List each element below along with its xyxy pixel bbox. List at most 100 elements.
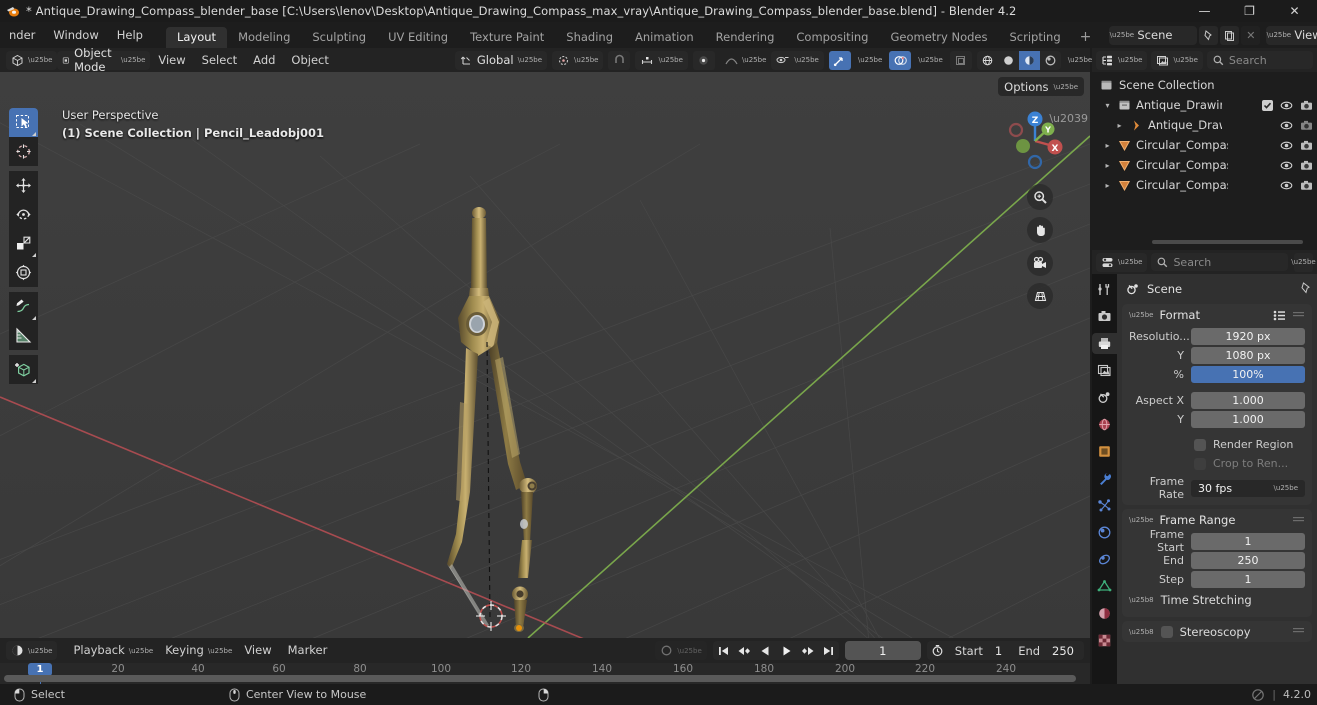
proportional-editing-toggle[interactable] bbox=[692, 50, 715, 70]
menu-help[interactable]: Help bbox=[108, 25, 152, 45]
outliner-filter-selector[interactable]: \u25be bbox=[1151, 50, 1203, 70]
disclosure-triangle-icon[interactable]: ▸ bbox=[1102, 161, 1113, 170]
add-workspace-button[interactable]: + bbox=[1072, 27, 1100, 48]
timeline-editor-type-selector[interactable]: \u25be bbox=[6, 641, 58, 660]
annotate-tool[interactable] bbox=[9, 292, 38, 321]
render-tab[interactable] bbox=[1092, 306, 1117, 327]
world-tab[interactable] bbox=[1092, 414, 1117, 435]
camera-icon[interactable] bbox=[1300, 140, 1313, 151]
xray-toggle[interactable] bbox=[949, 50, 972, 70]
stereoscopy-checkbox[interactable] bbox=[1160, 625, 1173, 638]
falloff-selector[interactable]: \u25be bbox=[720, 51, 771, 70]
jump-to-end-button[interactable] bbox=[818, 641, 839, 660]
timeline-ruler[interactable]: 20 40 60 80 100 120 140 160 180 200 220 … bbox=[0, 663, 1090, 684]
snap-settings-selector[interactable]: \u25be bbox=[635, 50, 688, 70]
outliner-search-input[interactable]: Search bbox=[1206, 51, 1313, 69]
texture-tab[interactable] bbox=[1092, 630, 1117, 651]
outliner-row-armature[interactable]: ▸ Antique_Drawin bbox=[1092, 115, 1317, 135]
outliner-row-mesh-1[interactable]: ▸ Circular_Compass_ bbox=[1092, 135, 1317, 155]
frame-start-field[interactable]: 1 bbox=[1191, 532, 1305, 550]
object-tab[interactable] bbox=[1092, 441, 1117, 462]
material-tab[interactable] bbox=[1092, 603, 1117, 624]
jump-to-start-button[interactable] bbox=[713, 641, 734, 660]
tab-compositing[interactable]: Compositing bbox=[785, 27, 879, 48]
modifier-tab[interactable] bbox=[1092, 468, 1117, 489]
measure-tool[interactable] bbox=[9, 321, 38, 350]
chevron-down-icon[interactable]: \u25be bbox=[1129, 516, 1153, 524]
move-tool[interactable] bbox=[9, 171, 38, 200]
menu-window[interactable]: Window bbox=[44, 25, 107, 45]
pan-hand-icon[interactable] bbox=[1027, 217, 1053, 243]
tool-tab[interactable] bbox=[1092, 279, 1117, 300]
use-preview-range-icon[interactable] bbox=[927, 644, 949, 657]
disclosure-triangle-icon[interactable]: ▾ bbox=[1102, 101, 1113, 110]
new-scene-icon[interactable] bbox=[1220, 25, 1240, 45]
presets-icon[interactable] bbox=[1273, 309, 1286, 322]
timeline-menu-keying[interactable]: Keying bbox=[157, 641, 212, 660]
snap-toggle[interactable] bbox=[608, 50, 631, 70]
camera-icon[interactable] bbox=[1300, 160, 1313, 171]
disclosure-triangle-icon[interactable]: ▸ bbox=[1102, 181, 1113, 190]
viewport-menu-view[interactable]: View bbox=[150, 51, 193, 70]
tab-rendering[interactable]: Rendering bbox=[705, 27, 786, 48]
viewport-menu-select[interactable]: Select bbox=[194, 51, 245, 70]
play-reverse-button[interactable] bbox=[755, 641, 776, 660]
jump-next-keyframe-button[interactable] bbox=[797, 641, 818, 660]
cursor-tool[interactable] bbox=[9, 137, 38, 166]
camera-icon[interactable] bbox=[1300, 180, 1313, 191]
scene-selector[interactable]: \u25be Scene bbox=[1109, 25, 1198, 45]
visibility-selector[interactable]: \u25be bbox=[771, 50, 824, 70]
outliner-row-mesh-2[interactable]: ▸ Circular_Compass_ bbox=[1092, 155, 1317, 175]
pin-scene-icon[interactable] bbox=[1199, 25, 1219, 45]
chevron-down-icon[interactable]: \u25be bbox=[1129, 311, 1153, 319]
show-gizmo-toggle[interactable] bbox=[828, 50, 851, 70]
play-button[interactable] bbox=[776, 641, 797, 660]
tab-sculpting[interactable]: Sculpting bbox=[301, 27, 377, 48]
minimize-button[interactable]: — bbox=[1182, 0, 1227, 22]
aspect-y-field[interactable]: 1.000 bbox=[1191, 410, 1305, 428]
output-tab[interactable] bbox=[1092, 333, 1117, 354]
constraints-tab[interactable] bbox=[1092, 549, 1117, 570]
pin-icon[interactable] bbox=[1300, 281, 1312, 297]
outliner-horizontal-scrollbar[interactable] bbox=[1152, 240, 1303, 244]
properties-options-button[interactable]: \u25be bbox=[1291, 252, 1316, 272]
viewport-menu-add[interactable]: Add bbox=[245, 51, 283, 70]
aspect-x-field[interactable]: 1.000 bbox=[1191, 391, 1305, 409]
outliner-editor-type-selector[interactable]: \u25be bbox=[1096, 50, 1148, 70]
editor-type-selector[interactable]: \u25be bbox=[6, 50, 58, 70]
properties-editor-type-selector[interactable]: \u25be bbox=[1096, 252, 1148, 272]
timeline-menu-playback[interactable]: Playback bbox=[65, 641, 132, 660]
tab-texture-paint[interactable]: Texture Paint bbox=[459, 27, 555, 48]
camera-icon[interactable] bbox=[1300, 100, 1313, 111]
time-stretching-subpanel[interactable]: \u25b8 Time Stretching bbox=[1122, 589, 1312, 610]
tab-scripting[interactable]: Scripting bbox=[999, 27, 1072, 48]
data-tab[interactable] bbox=[1092, 576, 1117, 597]
tab-animation[interactable]: Animation bbox=[624, 27, 705, 48]
jump-prev-keyframe-button[interactable] bbox=[734, 641, 755, 660]
close-button[interactable]: ✕ bbox=[1272, 0, 1317, 22]
outliner-row-mesh-3[interactable]: ▸ Circular_Compass_ bbox=[1092, 175, 1317, 195]
frame-rate-dropdown[interactable]: 30 fps \u25be bbox=[1191, 479, 1305, 497]
timeline-menu-view[interactable]: View bbox=[236, 641, 279, 660]
frame-end-field[interactable]: 250 bbox=[1191, 551, 1305, 569]
tweak-select-tool[interactable] bbox=[9, 108, 38, 137]
show-overlays-toggle[interactable] bbox=[889, 50, 912, 70]
resolution-x-field[interactable]: 1920 px bbox=[1191, 327, 1305, 345]
shading-options[interactable]: \u25be bbox=[1066, 51, 1094, 70]
tab-layout[interactable]: Layout bbox=[165, 27, 228, 48]
maximize-button[interactable]: ❐ bbox=[1227, 0, 1272, 22]
toggle-perspective-icon[interactable] bbox=[1027, 283, 1053, 309]
view-layer-tab[interactable] bbox=[1092, 360, 1117, 381]
start-frame-value[interactable]: 1 bbox=[983, 644, 1012, 658]
particles-tab[interactable] bbox=[1092, 495, 1117, 516]
physics-tab[interactable] bbox=[1092, 522, 1117, 543]
zoom-icon[interactable] bbox=[1027, 184, 1053, 210]
shading-wireframe-button[interactable] bbox=[977, 51, 998, 70]
3d-viewport[interactable]: User Perspective (1) Scene Collection | … bbox=[0, 72, 1090, 638]
format-panel-header[interactable]: \u25be Format bbox=[1122, 304, 1312, 326]
tab-geometry-nodes[interactable]: Geometry Nodes bbox=[879, 27, 998, 48]
shading-solid-button[interactable] bbox=[998, 51, 1019, 70]
eye-icon[interactable] bbox=[1280, 160, 1293, 171]
add-cube-tool[interactable] bbox=[9, 355, 38, 384]
tab-modeling[interactable]: Modeling bbox=[227, 27, 301, 48]
